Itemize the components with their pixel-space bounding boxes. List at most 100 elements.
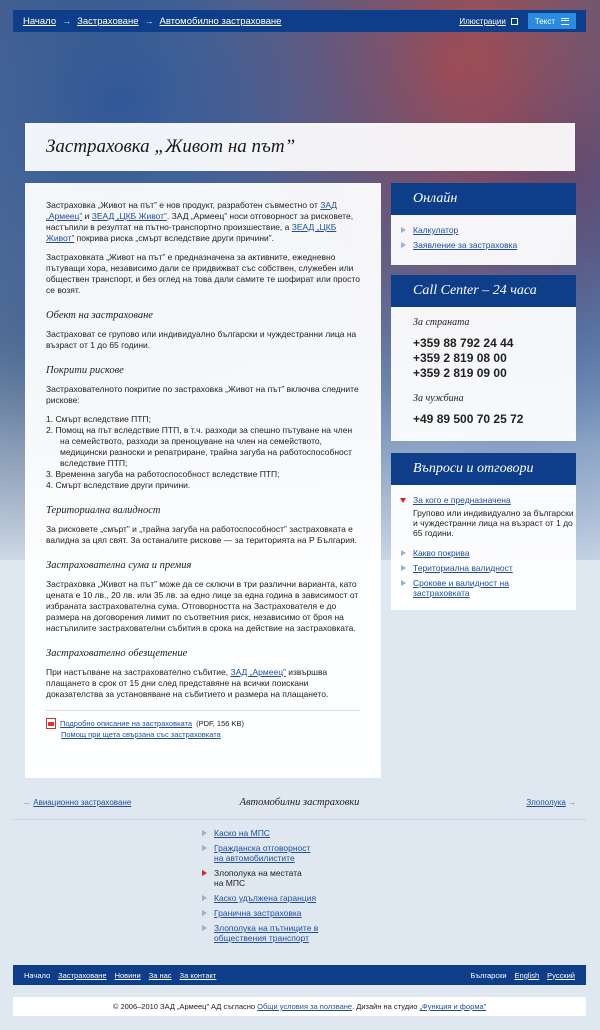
intro-text: покрива риска „смърт вследствие други пр… xyxy=(74,233,274,243)
heading-territory: Териториална валидност xyxy=(46,505,161,516)
list-item-active[interactable]: Злополука на местата на МПС xyxy=(200,868,324,888)
arrow-right-icon: → xyxy=(568,798,576,807)
copyright-text: . Дизайн на студио xyxy=(352,1002,420,1011)
menu-icon xyxy=(561,17,569,25)
claim-help-link[interactable]: Помощ при щета свързана със застраховкат… xyxy=(61,730,221,739)
faq-box: Въпроси и отговори За кого е предназначе… xyxy=(391,453,576,610)
calculator-link[interactable]: Калкулатор xyxy=(413,225,458,235)
compensation-paragraph: При настъпване на застрахователно събити… xyxy=(46,667,360,700)
triangle-right-icon xyxy=(401,227,406,233)
intro-text: Застраховка „Живот на път” е нов продукт… xyxy=(46,200,321,210)
link-ckb-zhivot[interactable]: ЗЕАД „ЦКБ Живот” xyxy=(92,211,167,221)
section-pager: ← Авиационно застраховане Автомобилни за… xyxy=(13,790,586,820)
language-switcher: Български English Русский xyxy=(470,971,575,980)
heading-object: Обект на застраховане xyxy=(46,310,153,321)
phone-number: +359 2 819 09 00 xyxy=(413,366,507,380)
file-meta: (PDF, 156 KB) xyxy=(196,719,245,728)
intro-text: и xyxy=(82,211,92,221)
domestic-label: За страната xyxy=(413,317,470,328)
faq-question-link[interactable]: Какво покрива xyxy=(413,548,470,558)
triangle-right-icon xyxy=(202,895,207,901)
triangle-right-icon xyxy=(202,845,207,851)
documents-block: Подробно описание на застраховката (PDF,… xyxy=(46,710,360,740)
footer-link-news[interactable]: Новини xyxy=(115,971,141,980)
illustrations-toggle[interactable]: Илюстрации xyxy=(459,17,518,26)
pdf-icon xyxy=(46,718,56,729)
phone-number: +359 2 819 08 00 xyxy=(413,351,507,365)
list-item: 1. Смърт вследствие ПТП; xyxy=(46,414,151,424)
list-item[interactable]: Гранична застраховка xyxy=(200,908,324,918)
section-item-link[interactable]: Каско удължена гаранция xyxy=(214,893,316,903)
triangle-right-icon xyxy=(202,830,207,836)
language-russian[interactable]: Русский xyxy=(547,971,575,980)
page-title-box: Застраховка „Живот на път” xyxy=(25,123,575,171)
breadcrumb-insurance[interactable]: Застраховане xyxy=(77,16,138,27)
footer-link-about[interactable]: За нас xyxy=(149,971,172,980)
language-english[interactable]: English xyxy=(515,971,540,980)
application-link[interactable]: Заявление за застраховка xyxy=(413,240,517,250)
copyright-text: © 2006–2010 ЗАД „Армеец” АД съгласно xyxy=(112,1002,258,1011)
top-navigation-bar: Начало → Застраховане → Автомобилно заст… xyxy=(13,10,586,32)
risks-paragraph: Застрахователното покритие по застраховк… xyxy=(46,384,359,405)
text-menu-label: Текст xyxy=(534,16,555,26)
list-item: 4. Смърт вследствие други причини. xyxy=(46,480,191,490)
heading-compensation: Застрахователно обезщетение xyxy=(46,648,188,659)
faq-answer: Групово или индивидуално за български и … xyxy=(413,508,574,538)
faq-item[interactable]: Срокове и валидност на застраховката xyxy=(401,578,576,598)
copyright-bar: © 2006–2010 ЗАД „Армеец” АД съгласно Общ… xyxy=(13,997,586,1016)
list-item: 2. Помощ на път вследствие ПТП, в т.ч. р… xyxy=(46,425,353,468)
phone-number: +49 89 500 70 25 72 xyxy=(413,412,524,426)
online-box: Онлайн Калкулатор Заявление за застрахов… xyxy=(391,183,576,265)
sidebar-item-application[interactable]: Заявление за застраховка xyxy=(401,240,576,250)
arrow-right-icon: → xyxy=(62,16,72,26)
sum-paragraph: Застраховка „Живот на път” може да се ск… xyxy=(46,579,359,633)
heading-risks: Покрити рискове xyxy=(46,365,124,376)
terms-link[interactable]: Общи условия за ползване xyxy=(257,1002,352,1011)
section-item-link[interactable]: Каско на МПС xyxy=(214,828,270,838)
section-item-link[interactable]: Гранична застраховка xyxy=(214,908,302,918)
triangle-right-icon xyxy=(401,580,406,586)
checkbox-square-icon xyxy=(510,17,518,25)
list-item[interactable]: Каско удължена гаранция xyxy=(200,893,324,903)
footer-link-home[interactable]: Начало xyxy=(24,971,50,980)
footer-nav: Начало Застраховане Новини За нас За кон… xyxy=(13,965,586,985)
triangle-right-icon xyxy=(401,565,406,571)
faq-item[interactable]: Какво покрива xyxy=(401,548,576,558)
next-section[interactable]: Злополука → xyxy=(526,798,576,807)
page-title: Застраховка „Живот на път” xyxy=(46,136,296,157)
faq-question-link[interactable]: За кого е предназначена xyxy=(413,495,511,505)
risks-list: 1. Смърт вследствие ПТП; 2. Помощ на път… xyxy=(46,414,360,491)
triangle-right-icon xyxy=(202,870,207,876)
territory-paragraph: За рисковете „смърт” и „трайна загуба на… xyxy=(46,524,357,545)
text-menu-button[interactable]: Текст xyxy=(527,13,576,29)
triangle-right-icon xyxy=(401,550,406,556)
next-section-link[interactable]: Злополука xyxy=(526,798,565,807)
faq-question-link[interactable]: Териториална валидност xyxy=(413,563,513,573)
breadcrumb-auto-insurance[interactable]: Автомобилно застраховане xyxy=(159,16,281,27)
section-items-list: Каско на МПС Гражданска отговорност на а… xyxy=(200,828,324,948)
object-paragraph: Застраховат се групово или индивидуално … xyxy=(46,329,357,350)
link-armeec[interactable]: ЗАД „Армеец” xyxy=(230,667,285,677)
list-item[interactable]: Злополука на пътниците в обществения тра… xyxy=(200,923,324,943)
detailed-description-link[interactable]: Подробно описание на застраховката xyxy=(60,718,192,729)
online-title: Онлайн xyxy=(391,183,576,215)
language-current: Български xyxy=(470,970,507,980)
section-title: Автомобилни застраховки xyxy=(239,797,360,808)
footer-link-contact[interactable]: За контакт xyxy=(180,971,217,980)
footer-link-insurance[interactable]: Застраховане xyxy=(58,971,106,980)
section-item-link[interactable]: Гражданска отговорност на автомобилистит… xyxy=(214,843,319,863)
section-item-link[interactable]: Злополука на пътниците в обществения тра… xyxy=(214,923,324,943)
sidebar-item-calculator[interactable]: Калкулатор xyxy=(401,225,576,235)
faq-item[interactable]: Териториална валидност xyxy=(401,563,576,573)
faq-item-open[interactable]: За кого е предназначена Групово или инди… xyxy=(400,495,576,538)
list-item[interactable]: Каско на МПС xyxy=(200,828,324,838)
faq-question-link[interactable]: Срокове и валидност на застраховката xyxy=(413,578,533,598)
studio-link[interactable]: „Функция и форма” xyxy=(420,1002,487,1011)
triangle-right-icon xyxy=(202,925,207,931)
triangle-right-icon xyxy=(401,242,406,248)
breadcrumb: Начало → Застраховане → Автомобилно заст… xyxy=(23,16,281,27)
main-content: Застраховка „Живот на път” е нов продукт… xyxy=(25,183,381,778)
list-item[interactable]: Гражданска отговорност на автомобилистит… xyxy=(200,843,324,863)
intro-paragraph-2: Застраховката „Живот на път” е предназна… xyxy=(46,252,360,295)
breadcrumb-home[interactable]: Начало xyxy=(23,16,56,27)
